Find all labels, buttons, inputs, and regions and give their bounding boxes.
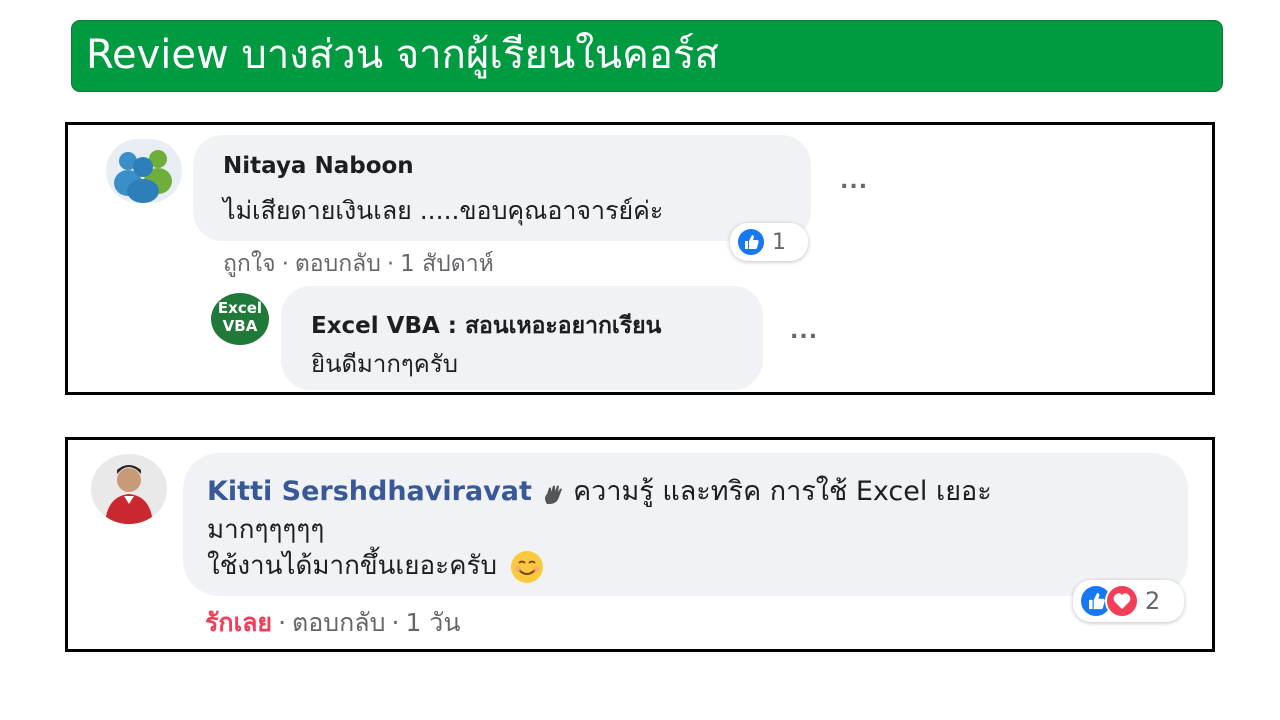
reply-text: ยินดีมากๆครับ [311,350,458,378]
avatar-text-bottom: VBA [222,317,258,335]
love-icon [1105,584,1139,618]
reaction-count: 1 [772,229,786,255]
reply-avatar[interactable]: Excel VBA [211,293,269,345]
like-icon [736,227,766,257]
reply-bubble: Excel VBA : สอนเหอะอยากเรียน ยินดีมากๆคร… [281,286,763,390]
comment-bubble: Kitti Sershdhaviravat ความรู้ และทริค กา… [183,453,1188,596]
more-options-button[interactable]: ... [840,169,868,194]
comment-text-line3: ใช้งานได้มากขึ้นเยอะครับ [207,545,545,586]
like-action[interactable]: ถูกใจ [223,251,276,277]
reaction-count: 2 [1145,587,1161,615]
comment-author[interactable]: Nitaya Naboon [223,153,414,179]
reply-action[interactable]: ตอบกลับ [292,608,385,637]
reply-author[interactable]: Excel VBA : สอนเหอะอยากเรียน [311,308,661,344]
comment-panel-2: Kitti Sershdhaviravat ความรู้ และทริค กา… [65,437,1215,652]
smile-emoji-icon [509,549,545,585]
comment-author[interactable]: Kitti Sershdhaviravat [207,476,532,507]
banner-title: Review บางส่วน จากผู้เรียนในคอร์ส [86,32,719,78]
review-banner: Review บางส่วน จากผู้เรียนในคอร์ส [71,20,1223,92]
wave-hand-icon [541,482,565,504]
comment-bubble: Nitaya Naboon ไม่เสียดายเงินเลย .....ขอบ… [193,135,811,241]
comment-text: ความรู้ และทริค การใช้ Excel เยอะ [573,476,992,507]
comment-actions: ถูกใจ · ตอบกลับ · 1 สัปดาห์ [223,251,494,277]
avatar-text-top: Excel [217,299,263,317]
comment-panel-1: Nitaya Naboon ไม่เสียดายเงินเลย .....ขอบ… [65,122,1215,395]
comment-text-line1: Kitti Sershdhaviravat ความรู้ และทริค กา… [207,469,992,512]
reply-action[interactable]: ตอบกลับ [295,251,381,277]
avatar[interactable] [106,139,182,203]
comment-text: ไม่เสียดายเงินเลย .....ขอบคุณอาจารย์ค่ะ [223,196,664,225]
comment-time[interactable]: 1 สัปดาห์ [400,251,494,277]
love-action[interactable]: รักเลย [205,608,272,637]
reaction-summary[interactable]: 1 [730,223,808,261]
reply-more-options-button[interactable]: ... [790,319,818,344]
reaction-summary[interactable]: 2 [1073,580,1184,622]
comment-time[interactable]: 1 วัน [405,608,460,637]
profile-photo [91,454,167,524]
comment-text-line2: มากๆๆๆๆๆ [207,515,325,545]
msn-people-icon [114,150,172,203]
comment-actions: รักเลย · ตอบกลับ · 1 วัน [205,608,461,637]
avatar[interactable] [91,454,167,524]
